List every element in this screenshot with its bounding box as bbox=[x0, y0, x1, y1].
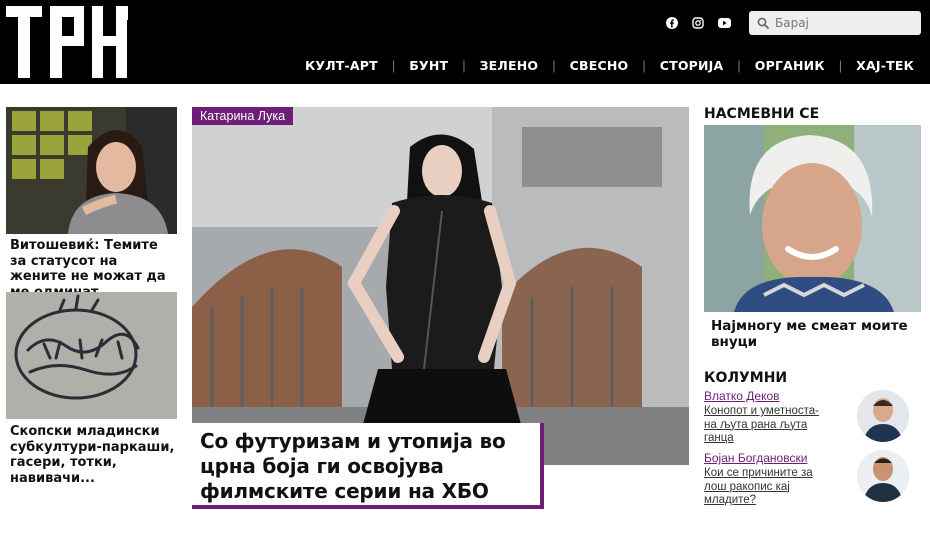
smile-article-title[interactable]: Најмногу ме смеат моите внуци bbox=[711, 318, 921, 350]
article-image-subcultures[interactable] bbox=[6, 292, 177, 419]
youtube-icon bbox=[717, 18, 731, 28]
nav-item-haj-tek[interactable]: ХАЈ-ТЕК bbox=[856, 58, 914, 73]
nav-item-svesno[interactable]: СВЕСНО bbox=[570, 58, 629, 73]
main-nav: КУЛТ-АРТ | БУНТ | ЗЕЛЕНО | СВЕСНО | СТОР… bbox=[305, 58, 914, 73]
column-author-link[interactable]: Бојан Богдановски bbox=[704, 451, 807, 465]
nav-item-bunt[interactable]: БУНТ bbox=[409, 58, 448, 73]
search-input[interactable] bbox=[775, 16, 915, 30]
smile-section-heading: НАСМЕВНИ СЕ bbox=[704, 106, 820, 122]
facebook-link[interactable] bbox=[665, 16, 679, 30]
search-icon[interactable] bbox=[757, 17, 769, 29]
hero-author-tag[interactable]: Катарина Лука bbox=[192, 107, 294, 125]
nav-divider: | bbox=[737, 58, 741, 73]
site-logo[interactable] bbox=[6, 6, 130, 78]
column-author-avatar[interactable] bbox=[857, 390, 909, 442]
graffiti-wall-image bbox=[6, 292, 177, 419]
search-box bbox=[749, 11, 921, 35]
hero-photo bbox=[192, 107, 689, 465]
nav-divider: | bbox=[838, 58, 843, 73]
article-image-vitoshevic[interactable] bbox=[6, 107, 177, 234]
nav-item-zeleno[interactable]: ЗЕЛЕНО bbox=[480, 58, 539, 73]
logo-mark bbox=[6, 6, 128, 78]
nav-divider: | bbox=[391, 58, 396, 73]
column-title-link[interactable]: Кои се причините за лош ракопис кај млад… bbox=[704, 467, 830, 508]
site-header: КУЛТ-АРТ | БУНТ | ЗЕЛЕНО | СВЕСНО | СТОР… bbox=[0, 0, 930, 84]
instagram-link[interactable] bbox=[691, 16, 705, 30]
nav-divider: | bbox=[642, 58, 646, 73]
facebook-icon bbox=[666, 17, 678, 29]
instagram-icon bbox=[692, 17, 704, 29]
nav-divider: | bbox=[552, 58, 556, 73]
column-author-link[interactable]: Влатко Деков bbox=[704, 389, 780, 403]
nav-item-storija[interactable]: СТОРИЈА bbox=[660, 58, 724, 73]
column-author-avatar[interactable] bbox=[857, 450, 909, 502]
man-portrait-image bbox=[857, 390, 909, 442]
man-portrait-image bbox=[857, 450, 909, 502]
columns-section-heading: КОЛУМНИ bbox=[704, 370, 788, 386]
elderly-woman-image bbox=[704, 125, 921, 312]
nav-item-kult-art[interactable]: КУЛТ-АРТ bbox=[305, 58, 378, 73]
article-title-vitoshevic[interactable]: Витошевиќ: Темите за статусот на жените … bbox=[10, 238, 178, 300]
nav-item-organik[interactable]: ОРГАНИК bbox=[755, 58, 825, 73]
article-title-subcultures[interactable]: Скопски младински субкултури-паркаши, га… bbox=[10, 424, 178, 486]
smile-article-image[interactable] bbox=[704, 125, 921, 312]
hero-image[interactable] bbox=[192, 107, 689, 465]
hero-caption-box: Со футуризам и утопија во црна боја ги о… bbox=[192, 423, 544, 509]
youtube-link[interactable] bbox=[717, 16, 731, 30]
woman-portrait-image bbox=[6, 107, 177, 234]
nav-divider: | bbox=[462, 58, 466, 73]
hero-title[interactable]: Со футуризам и утопија во црна боја ги о… bbox=[200, 429, 532, 504]
column-title-link[interactable]: Конопот и уметноста-на љута рана љута га… bbox=[704, 405, 830, 446]
